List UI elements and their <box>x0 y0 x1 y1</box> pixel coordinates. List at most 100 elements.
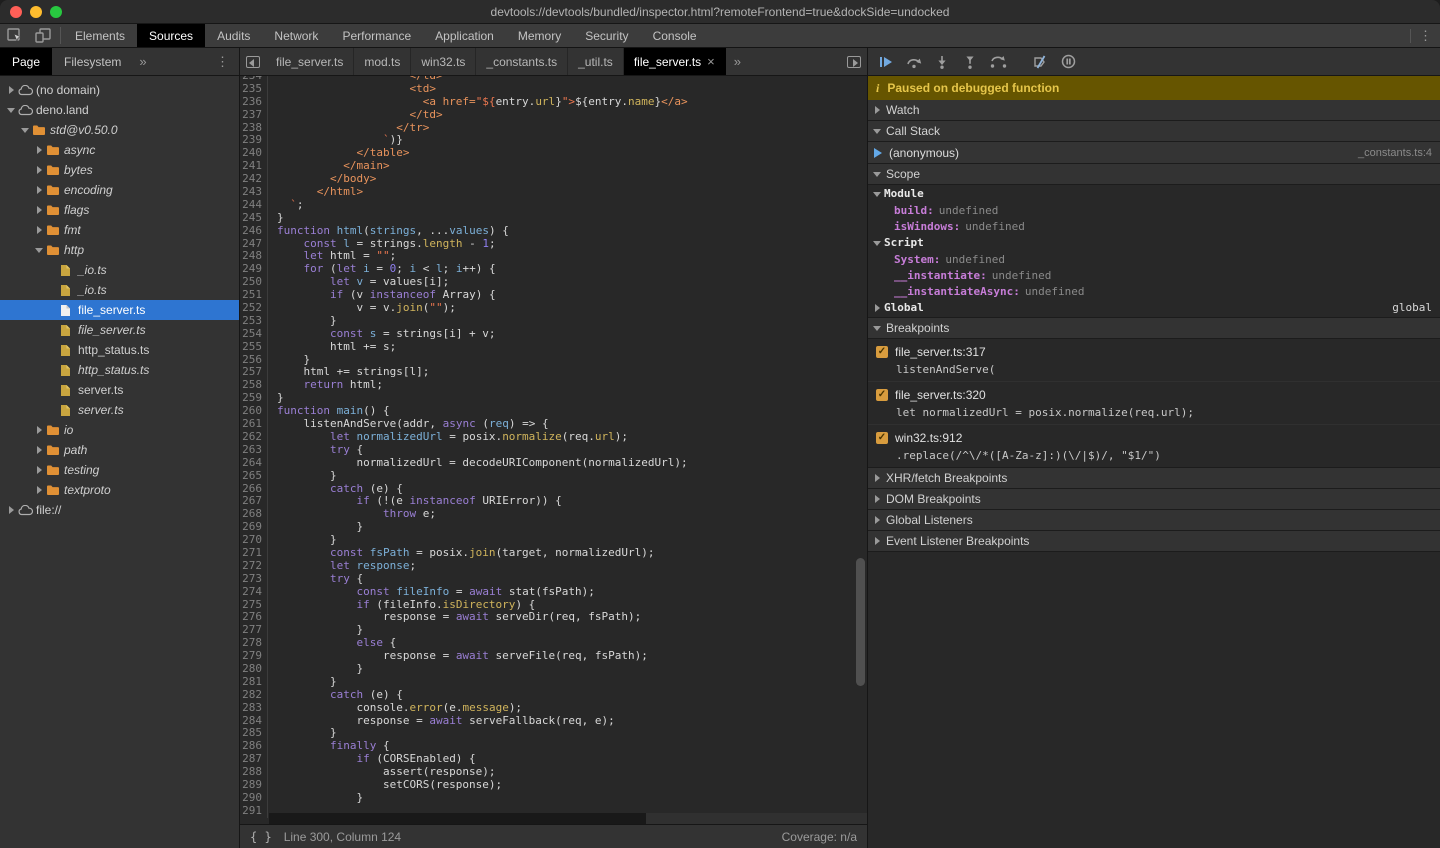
scope-property[interactable]: System:undefined <box>868 251 1440 267</box>
scrollbar-thumb[interactable] <box>269 813 646 824</box>
tree-item-bytes[interactable]: bytes <box>0 160 239 180</box>
kebab-menu-icon[interactable]: ⋮ <box>216 57 239 67</box>
scope-property[interactable]: __instantiateAsync:undefined <box>868 283 1440 299</box>
step-icon[interactable] <box>986 51 1010 73</box>
editor-tab-label: file_server.ts <box>634 55 701 69</box>
close-window-button[interactable] <box>10 6 22 18</box>
section-xhr-fetch-breakpoints[interactable]: XHR/fetch Breakpoints <box>868 467 1440 489</box>
debugger-toolbar <box>868 48 1440 76</box>
format-braces-icon[interactable]: { } <box>250 830 272 844</box>
tree-item-server.ts[interactable]: server.ts <box>0 400 239 420</box>
scope-group-module[interactable]: Module <box>868 185 1440 202</box>
tree-item-file-server.ts[interactable]: file_server.ts <box>0 320 239 340</box>
pause-on-exceptions-icon[interactable] <box>1056 51 1080 73</box>
scope-property[interactable]: build:undefined <box>868 202 1440 218</box>
step-over-icon[interactable] <box>902 51 926 73</box>
breakpoint-location[interactable]: file_server.ts:320 <box>895 388 986 402</box>
breakpoint-location[interactable]: win32.ts:912 <box>895 431 962 445</box>
editor-tabstrip: file_server.tsmod.tswin32.ts_constants.t… <box>240 48 867 76</box>
tree-item-io.ts[interactable]: _io.ts <box>0 280 239 300</box>
section-title: Scope <box>886 167 920 181</box>
kebab-menu-icon[interactable]: ⋮ <box>1419 31 1432 41</box>
section-global-listeners[interactable]: Global Listeners <box>868 509 1440 531</box>
scope-group-script[interactable]: Script <box>868 234 1440 251</box>
file-icon <box>60 404 78 417</box>
toolbar-tab-application[interactable]: Application <box>423 24 506 47</box>
tree-item-encoding[interactable]: encoding <box>0 180 239 200</box>
tree-item-std-v0.50.0[interactable]: std@v0.50.0 <box>0 120 239 140</box>
inspect-cursor-icon[interactable] <box>6 28 24 44</box>
tree-item-deno.land[interactable]: deno.land <box>0 100 239 120</box>
breakpoint-checkbox[interactable]: ✓ <box>876 389 888 401</box>
toolbar-tab-memory[interactable]: Memory <box>506 24 573 47</box>
code-line: 244 `; <box>240 199 867 212</box>
section-event-listener-breakpoints[interactable]: Event Listener Breakpoints <box>868 530 1440 552</box>
call-stack-frame[interactable]: (anonymous)_constants.ts:4 <box>868 142 1440 164</box>
editor-tab-util.ts[interactable]: _util.ts <box>568 48 624 75</box>
toolbar-tab-network[interactable]: Network <box>262 24 330 47</box>
frame-location[interactable]: _constants.ts:4 <box>1358 147 1432 159</box>
tree-item-server.ts[interactable]: server.ts <box>0 380 239 400</box>
property-name: System: <box>894 253 940 266</box>
section-call-stack[interactable]: Call Stack <box>868 120 1440 142</box>
step-out-icon[interactable] <box>958 51 982 73</box>
folder-icon <box>32 124 50 136</box>
tree-item-flags[interactable]: flags <box>0 200 239 220</box>
toolbar-tab-sources[interactable]: Sources <box>137 24 205 47</box>
section-dom-breakpoints[interactable]: DOM Breakpoints <box>868 488 1440 510</box>
minimize-window-button[interactable] <box>30 6 42 18</box>
resume-icon[interactable] <box>874 51 898 73</box>
toolbar-tab-security[interactable]: Security <box>573 24 640 47</box>
zoom-window-button[interactable] <box>50 6 62 18</box>
toolbar-tab-audits[interactable]: Audits <box>205 24 262 47</box>
tree-item-http-status.ts[interactable]: http_status.ts <box>0 360 239 380</box>
section-scope[interactable]: Scope <box>868 163 1440 185</box>
section-breakpoints[interactable]: Breakpoints <box>868 317 1440 339</box>
toolbar-tab-performance[interactable]: Performance <box>330 24 423 47</box>
scope-group-global[interactable]: Globalglobal <box>868 299 1440 316</box>
toolbar-tab-elements[interactable]: Elements <box>63 24 137 47</box>
deactivate-breakpoints-icon[interactable] <box>1028 51 1052 73</box>
vertical-scrollbar[interactable] <box>856 558 865 686</box>
editor-tab-file-server.ts[interactable]: file_server.ts <box>266 48 354 75</box>
tree-item-io.ts[interactable]: _io.ts <box>0 260 239 280</box>
horizontal-scrollbar[interactable] <box>269 813 867 824</box>
tree-item-http-status.ts[interactable]: http_status.ts <box>0 340 239 360</box>
line-number: 272 <box>240 560 268 573</box>
panel-tabs: ElementsSourcesAuditsNetworkPerformanceA… <box>63 24 709 47</box>
tree-item-async[interactable]: async <box>0 140 239 160</box>
section-watch[interactable]: Watch <box>868 100 1440 121</box>
tree-item-file-server.ts[interactable]: file_server.ts <box>0 300 239 320</box>
scope-property[interactable]: isWindows:undefined <box>868 218 1440 234</box>
breakpoint-checkbox[interactable]: ✓ <box>876 432 888 444</box>
step-into-icon[interactable] <box>930 51 954 73</box>
device-toolbar-icon[interactable] <box>34 28 52 44</box>
tree-item-http[interactable]: http <box>0 240 239 260</box>
editor-tab-file-server.ts[interactable]: file_server.ts × <box>624 48 726 75</box>
panel-left-icon[interactable] <box>240 48 266 75</box>
breakpoint-checkbox[interactable]: ✓ <box>876 346 888 358</box>
panel-right-icon[interactable] <box>841 48 867 75</box>
tree-item-path[interactable]: path <box>0 440 239 460</box>
editor-tab-win32.ts[interactable]: win32.ts <box>411 48 476 75</box>
tree-item-testing[interactable]: testing <box>0 460 239 480</box>
tree-item-no-domain[interactable]: (no domain) <box>0 80 239 100</box>
code-editor[interactable]: 234 </td>235 <td>236 <a href="${entry.ur… <box>240 76 867 824</box>
navigator-tab-filesystem[interactable]: Filesystem <box>52 48 133 75</box>
overflow-chevron[interactable]: » <box>726 48 749 75</box>
tree-item-textproto[interactable]: textproto <box>0 480 239 500</box>
section-title: XHR/fetch Breakpoints <box>886 471 1007 485</box>
editor-tab-mod.ts[interactable]: mod.ts <box>354 48 411 75</box>
tree-item-fmt[interactable]: fmt <box>0 220 239 240</box>
overflow-chevron[interactable]: » <box>133 54 152 69</box>
toolbar-tab-console[interactable]: Console <box>641 24 709 47</box>
close-icon[interactable]: × <box>707 54 715 69</box>
scope-property[interactable]: __instantiate:undefined <box>868 267 1440 283</box>
tree-item-file[interactable]: file:// <box>0 500 239 520</box>
tree-item-io[interactable]: io <box>0 420 239 440</box>
traffic-lights <box>10 6 62 18</box>
editor-tab-constants.ts[interactable]: _constants.ts <box>476 48 568 75</box>
breakpoint-location[interactable]: file_server.ts:317 <box>895 345 986 359</box>
navigator-tab-page[interactable]: Page <box>0 48 52 75</box>
folder-icon <box>46 464 64 476</box>
